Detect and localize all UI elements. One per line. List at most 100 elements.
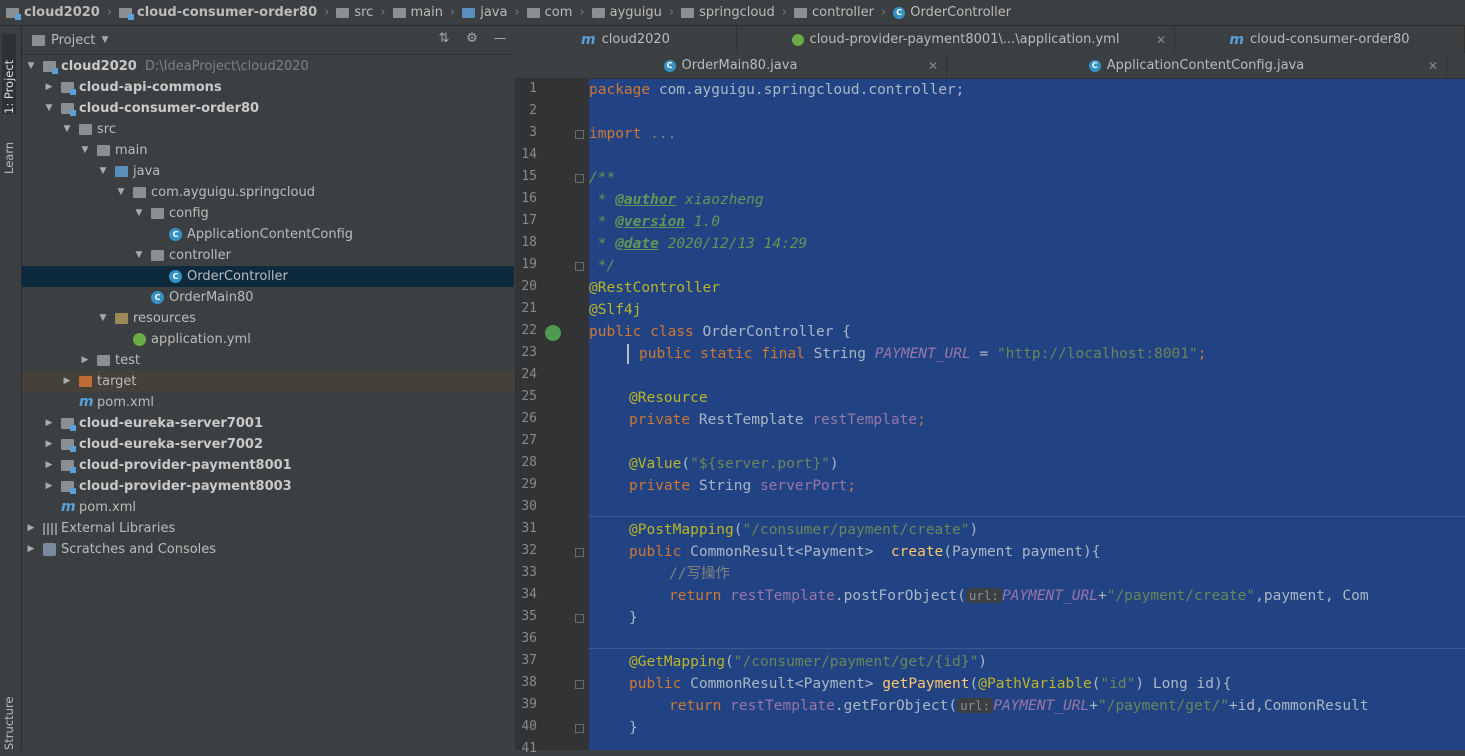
code-line-16: * @author xiaozheng xyxy=(589,192,764,208)
tab-order-main80[interactable]: C OrderMain80.java ✕ xyxy=(515,53,947,78)
spring-config-icon xyxy=(791,33,804,46)
tab-cloud2020-pom[interactable]: m cloud2020 xyxy=(515,26,737,53)
collapse-arrow-icon[interactable]: ▶ xyxy=(26,539,36,560)
tree-node-order-controller[interactable]: C OrderController xyxy=(22,266,514,287)
expand-arrow-icon[interactable]: ▼ xyxy=(62,119,72,140)
breadcrumb-cloud2020[interactable]: cloud2020 xyxy=(6,5,100,20)
expand-arrow-icon[interactable]: ▼ xyxy=(80,140,90,161)
close-icon[interactable]: ✕ xyxy=(928,59,938,73)
code-line-40: } xyxy=(629,720,638,736)
tree-node-src[interactable]: ▼ src xyxy=(22,119,514,140)
breadcrumb-java[interactable]: java xyxy=(462,5,507,20)
navigation-breadcrumb: cloud2020 › cloud-consumer-order80 › src… xyxy=(0,0,1465,26)
editor-gutter: 1 2 3 14 15 16 17 18 19 20 21 22 23 24 2… xyxy=(515,79,589,756)
breadcrumb-consumer-module[interactable]: cloud-consumer-order80 xyxy=(119,5,317,20)
collapse-arrow-icon[interactable]: ▶ xyxy=(62,371,72,392)
tree-node-app-content-config[interactable]: C ApplicationContentConfig xyxy=(22,224,514,245)
fold-toggle-icon[interactable] xyxy=(575,548,584,557)
code-line-26: private RestTemplate restTemplate; xyxy=(629,412,926,428)
tree-node-package[interactable]: ▼ com.ayguigu.springcloud xyxy=(22,182,514,203)
tree-node-order-main80[interactable]: C OrderMain80 xyxy=(22,287,514,308)
tree-node-scratches[interactable]: ▶ Scratches and Consoles xyxy=(22,539,514,560)
code-line-23: public static final String PAYMENT_URL =… xyxy=(639,346,1207,362)
breadcrumb-ayguigu[interactable]: ayguigu xyxy=(591,5,662,20)
tab-application-content-config[interactable]: C ApplicationContentConfig.java ✕ xyxy=(947,53,1447,78)
module-folder-icon xyxy=(119,7,135,20)
module-folder-icon xyxy=(6,7,21,20)
breadcrumb-main[interactable]: main xyxy=(392,5,443,20)
code-editor[interactable]: package com.ayguigu.springcloud.controll… xyxy=(589,79,1465,750)
collapse-arrow-icon[interactable]: ▶ xyxy=(44,434,54,455)
spring-bean-icon[interactable] xyxy=(545,325,561,341)
tree-node-pom-root[interactable]: m pom.xml xyxy=(22,497,514,518)
folder-icon xyxy=(336,7,350,18)
close-icon[interactable]: ✕ xyxy=(1156,33,1166,47)
line-number: 15 xyxy=(521,169,537,184)
code-line-25: @Resource xyxy=(629,390,708,406)
tree-node-payment8003[interactable]: ▶ cloud-provider-payment8003 xyxy=(22,476,514,497)
expand-arrow-icon[interactable]: ▼ xyxy=(98,161,108,182)
expand-arrow-icon[interactable]: ▼ xyxy=(98,308,108,329)
folder-icon xyxy=(32,34,45,46)
fold-toggle-icon[interactable] xyxy=(575,130,584,139)
structure-tool-tab[interactable]: Structure xyxy=(2,694,16,751)
breadcrumb-springcloud[interactable]: springcloud xyxy=(681,5,775,20)
tab-consumer-pom[interactable]: m cloud-consumer-order80 xyxy=(1175,26,1465,53)
folder-icon xyxy=(681,7,695,18)
tab-application-yml[interactable]: cloud-provider-payment8001\...\applicati… xyxy=(737,26,1175,53)
tree-node-api-commons[interactable]: ▶ cloud-api-commons xyxy=(22,77,514,98)
tree-node-config[interactable]: ▼ config xyxy=(22,203,514,224)
tree-node-controller[interactable]: ▼ controller xyxy=(22,245,514,266)
project-tool-tab[interactable]: 1: Project xyxy=(2,34,16,114)
breadcrumb-separator: › xyxy=(668,5,675,20)
gear-icon[interactable]: ⚙ xyxy=(464,31,480,47)
fold-toggle-icon[interactable] xyxy=(575,724,584,733)
collapse-arrow-icon[interactable]: ▶ xyxy=(44,455,54,476)
tree-node-cloud2020[interactable]: ▼ cloud2020 D:\IdeaProject\cloud2020 xyxy=(22,56,514,77)
breadcrumb-separator: › xyxy=(450,5,456,20)
tree-node-external-libraries[interactable]: ▶ External Libraries xyxy=(22,518,514,539)
expand-arrow-icon[interactable]: ▼ xyxy=(116,182,126,203)
tree-node-eureka7002[interactable]: ▶ cloud-eureka-server7002 xyxy=(22,434,514,455)
panel-toolbar: ⇅ ⚙ — xyxy=(436,31,508,47)
tree-node-eureka7001[interactable]: ▶ cloud-eureka-server7001 xyxy=(22,413,514,434)
expand-arrow-icon[interactable]: ▼ xyxy=(44,98,54,119)
breadcrumb-com[interactable]: com xyxy=(526,5,572,20)
excluded-folder-icon xyxy=(79,376,92,387)
close-icon[interactable]: ✕ xyxy=(1428,59,1438,73)
breadcrumb-separator: › xyxy=(380,5,386,20)
collapse-arrow-icon[interactable]: ▶ xyxy=(80,350,90,371)
learn-tool-tab[interactable]: Learn xyxy=(2,124,16,174)
collapse-arrow-icon[interactable]: ▶ xyxy=(26,518,36,539)
collapse-all-icon[interactable]: ⇅ xyxy=(436,31,452,47)
fold-toggle-icon[interactable] xyxy=(575,680,584,689)
project-view-selector[interactable]: Project ▼ xyxy=(32,33,108,48)
fold-toggle-icon[interactable] xyxy=(575,262,584,271)
expand-arrow-icon[interactable]: ▼ xyxy=(134,245,144,266)
tree-node-pom-consumer[interactable]: m pom.xml xyxy=(22,392,514,413)
breadcrumb-separator: › xyxy=(579,5,585,20)
tree-node-target[interactable]: ▶ target xyxy=(22,371,514,392)
collapse-arrow-icon[interactable]: ▶ xyxy=(44,77,54,98)
expand-arrow-icon[interactable]: ▼ xyxy=(134,203,144,224)
breadcrumb-ordercontroller[interactable]: C OrderController xyxy=(893,5,1011,20)
collapse-arrow-icon[interactable]: ▶ xyxy=(44,476,54,497)
line-number: 40 xyxy=(521,719,537,734)
tree-node-java[interactable]: ▼ java xyxy=(22,161,514,182)
project-path: D:\IdeaProject\cloud2020 xyxy=(144,59,309,74)
breadcrumb-src[interactable]: src xyxy=(336,5,373,20)
module-folder-icon xyxy=(61,418,76,431)
collapse-arrow-icon[interactable]: ▶ xyxy=(44,413,54,434)
line-number: 39 xyxy=(521,697,537,712)
breadcrumb-controller[interactable]: controller xyxy=(793,5,874,20)
tree-node-consumer-order80[interactable]: ▼ cloud-consumer-order80 xyxy=(22,98,514,119)
tree-node-resources[interactable]: ▼ resources xyxy=(22,308,514,329)
tree-node-test[interactable]: ▶ test xyxy=(22,350,514,371)
fold-toggle-icon[interactable] xyxy=(575,614,584,623)
fold-toggle-icon[interactable] xyxy=(575,174,584,183)
tree-node-main[interactable]: ▼ main xyxy=(22,140,514,161)
expand-arrow-icon[interactable]: ▼ xyxy=(26,56,36,77)
tree-node-payment8001[interactable]: ▶ cloud-provider-payment8001 xyxy=(22,455,514,476)
tree-node-application-yml[interactable]: application.yml xyxy=(22,329,514,350)
minimize-icon[interactable]: — xyxy=(492,31,508,47)
